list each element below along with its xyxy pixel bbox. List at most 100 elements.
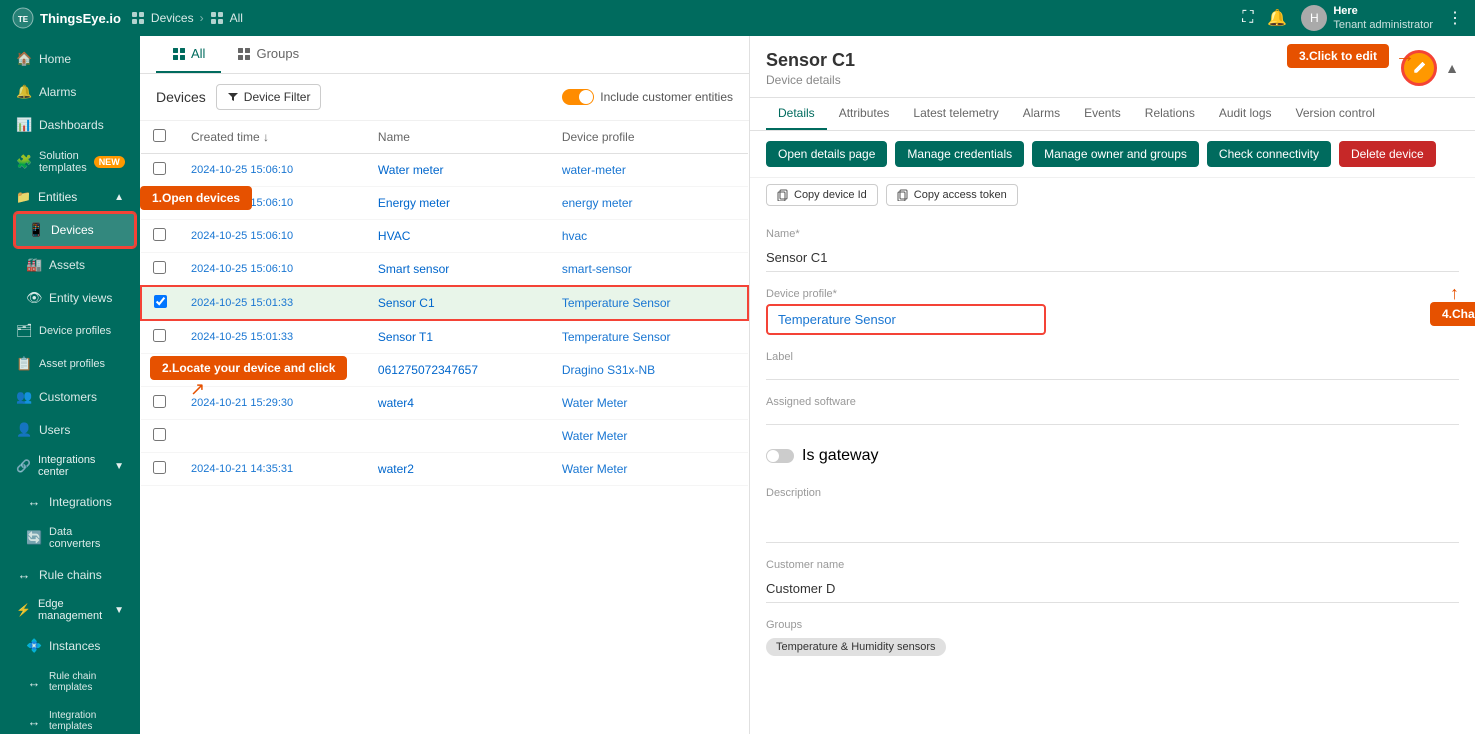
sidebar-item-entity-views[interactable]: 👁 Entity views — [14, 282, 136, 314]
tab-events[interactable]: Events — [1072, 98, 1133, 130]
manage-credentials-button[interactable]: Manage credentials — [895, 141, 1024, 167]
row-checkbox-cell[interactable] — [141, 387, 179, 420]
row-device-name[interactable]: Water meter — [366, 154, 550, 187]
row-checkbox[interactable] — [153, 428, 166, 441]
table-row[interactable]: 2024-10-21 14:35:31 water2 Water Meter — [141, 453, 748, 486]
sidebar-item-instances[interactable]: 💠 Instances — [14, 630, 136, 662]
sidebar-item-dashboards[interactable]: 📊 Dashboards — [4, 109, 136, 141]
users-icon: 👤 — [16, 422, 32, 438]
tab-all[interactable]: All — [156, 36, 221, 73]
sidebar-item-rule-chains[interactable]: ↔ Rule chains — [4, 559, 136, 590]
tab-latest-telemetry[interactable]: Latest telemetry — [901, 98, 1010, 130]
table-row[interactable]: 2024-10-25 15:06:10 Smart sensor smart-s… — [141, 253, 748, 287]
devices-tab-icon — [172, 47, 186, 61]
row-device-name[interactable] — [366, 420, 550, 453]
row-device-name[interactable]: Energy meter — [366, 187, 550, 220]
table-row[interactable]: 2024-10-22 16:12:06 061275072347657 Drag… — [141, 354, 748, 387]
table-row[interactable]: 2024-10-25 15:06:10 HVAC hvac — [141, 220, 748, 253]
row-checkbox-cell[interactable] — [141, 286, 179, 320]
row-checkbox[interactable] — [153, 228, 166, 241]
sidebar-item-device-profiles[interactable]: 🗂 Device profiles — [4, 315, 136, 347]
table-row[interactable]: Water Meter — [141, 420, 748, 453]
row-checkbox[interactable] — [153, 461, 166, 474]
sidebar-item-asset-profiles[interactable]: 📋 Asset profiles — [4, 348, 136, 380]
sidebar-integrations-header[interactable]: 🔗 Integrations center ▼ — [4, 447, 136, 485]
row-checkbox-cell[interactable] — [141, 320, 179, 354]
row-checkbox-cell[interactable] — [141, 420, 179, 453]
sidebar-item-assets[interactable]: 🏭 Assets — [14, 249, 136, 281]
is-gateway-toggle[interactable] — [766, 449, 794, 463]
sidebar-item-data-converters[interactable]: 🔄 Data converters — [14, 518, 136, 558]
device-profile-input[interactable] — [766, 304, 1046, 335]
row-device-name[interactable]: HVAC — [366, 220, 550, 253]
row-checkbox[interactable] — [153, 395, 166, 408]
main-layout: 🏠 Home 🔔 Alarms 📊 Dashboards 🧩 Solution … — [0, 0, 1475, 734]
row-checkbox[interactable] — [153, 195, 166, 208]
row-device-name[interactable]: water2 — [366, 453, 550, 486]
row-checkbox-cell[interactable] — [141, 354, 179, 387]
row-checkbox[interactable] — [153, 261, 166, 274]
row-device-name[interactable]: Sensor C1 — [366, 286, 550, 320]
copy-access-token-button[interactable]: Copy access token — [886, 184, 1018, 206]
select-all-header[interactable] — [141, 121, 179, 154]
chevron-down-icon: ▼ — [114, 461, 124, 472]
device-filter-button[interactable]: Device Filter — [216, 84, 322, 110]
edit-device-button[interactable] — [1401, 50, 1437, 86]
row-device-name[interactable]: 061275072347657 — [366, 354, 550, 387]
sidebar-item-integration-templates[interactable]: ↔ Integration templates — [14, 702, 136, 734]
row-checkbox-cell[interactable] — [141, 220, 179, 253]
table-row[interactable]: 2024-10-25 15:01:33 Sensor C1 Temperatur… — [141, 286, 748, 320]
copy-device-id-button[interactable]: Copy device Id — [766, 184, 878, 206]
row-device-name[interactable]: Smart sensor — [366, 253, 550, 287]
sidebar-item-users[interactable]: 👤 Users — [4, 414, 136, 446]
manage-owner-button[interactable]: Manage owner and groups — [1032, 141, 1199, 167]
table-row[interactable]: 2024-10-25 15:01:33 Sensor T1 Temperatur… — [141, 320, 748, 354]
row-device-name[interactable]: Sensor T1 — [366, 320, 550, 354]
sidebar-item-devices[interactable]: 📱 Devices — [14, 212, 136, 248]
toggle-switch-control[interactable] — [562, 89, 594, 105]
row-device-name[interactable]: water4 — [366, 387, 550, 420]
app-logo[interactable]: TE ThingsEye.io — [12, 7, 121, 29]
table-row[interactable]: 2024-10-25 15:06:10 Energy meter energy … — [141, 187, 748, 220]
collapse-panel-button[interactable]: ▲ — [1445, 60, 1459, 76]
check-connectivity-button[interactable]: Check connectivity — [1207, 141, 1331, 167]
row-checkbox-cell[interactable] — [141, 253, 179, 287]
fullscreen-button[interactable]: ⛶ — [1242, 9, 1253, 27]
notifications-button[interactable]: 🔔 — [1267, 8, 1287, 28]
sidebar-item-customers[interactable]: 👥 Customers — [4, 381, 136, 413]
tab-alarms[interactable]: Alarms — [1011, 98, 1072, 130]
tab-audit-logs[interactable]: Audit logs — [1207, 98, 1284, 130]
tab-attributes[interactable]: Attributes — [827, 98, 902, 130]
row-checkbox[interactable] — [153, 362, 166, 375]
tab-version-control[interactable]: Version control — [1284, 98, 1387, 130]
tab-details[interactable]: Details — [766, 98, 827, 130]
include-customer-toggle[interactable]: Include customer entities — [562, 89, 733, 105]
sidebar: 🏠 Home 🔔 Alarms 📊 Dashboards 🧩 Solution … — [0, 36, 140, 734]
svg-text:TE: TE — [18, 15, 29, 24]
label-value — [766, 367, 1459, 380]
sidebar-item-solution-templates[interactable]: 🧩 Solution templates NEW — [4, 142, 136, 182]
sidebar-item-rule-chain-templates[interactable]: ↔ Rule chain templates — [14, 663, 136, 701]
row-checkbox[interactable] — [153, 329, 166, 342]
table-row[interactable]: 2024-10-25 15:06:10 Water meter water-me… — [141, 154, 748, 187]
tab-relations[interactable]: Relations — [1133, 98, 1207, 130]
more-options-button[interactable]: ⋮ — [1447, 8, 1463, 28]
row-checkbox[interactable] — [154, 295, 167, 308]
row-checkbox-cell[interactable] — [141, 154, 179, 187]
delete-device-button[interactable]: Delete device — [1339, 141, 1436, 167]
tab-groups[interactable]: Groups — [221, 36, 315, 73]
sidebar-entities-header[interactable]: 📁 Entities ▲ — [4, 183, 136, 211]
select-all-checkbox[interactable] — [153, 129, 166, 142]
field-label: Label — [766, 351, 1459, 380]
device-profiles-icon: 🗂 — [16, 323, 32, 339]
row-checkbox-cell[interactable] — [141, 187, 179, 220]
sidebar-item-home[interactable]: 🏠 Home — [4, 43, 136, 75]
row-checkbox-cell[interactable] — [141, 453, 179, 486]
sidebar-item-alarms[interactable]: 🔔 Alarms — [4, 76, 136, 108]
sidebar-item-integrations[interactable]: ↔ Integrations — [14, 486, 136, 517]
row-checkbox[interactable] — [153, 162, 166, 175]
table-row[interactable]: 2024-10-21 15:29:30 water4 Water Meter — [141, 387, 748, 420]
open-details-page-button[interactable]: Open details page — [766, 141, 887, 167]
sidebar-edge-header[interactable]: ⚡ Edge management ▼ — [4, 591, 136, 629]
row-created-time: 2024-10-22 16:12:06 — [179, 354, 366, 387]
